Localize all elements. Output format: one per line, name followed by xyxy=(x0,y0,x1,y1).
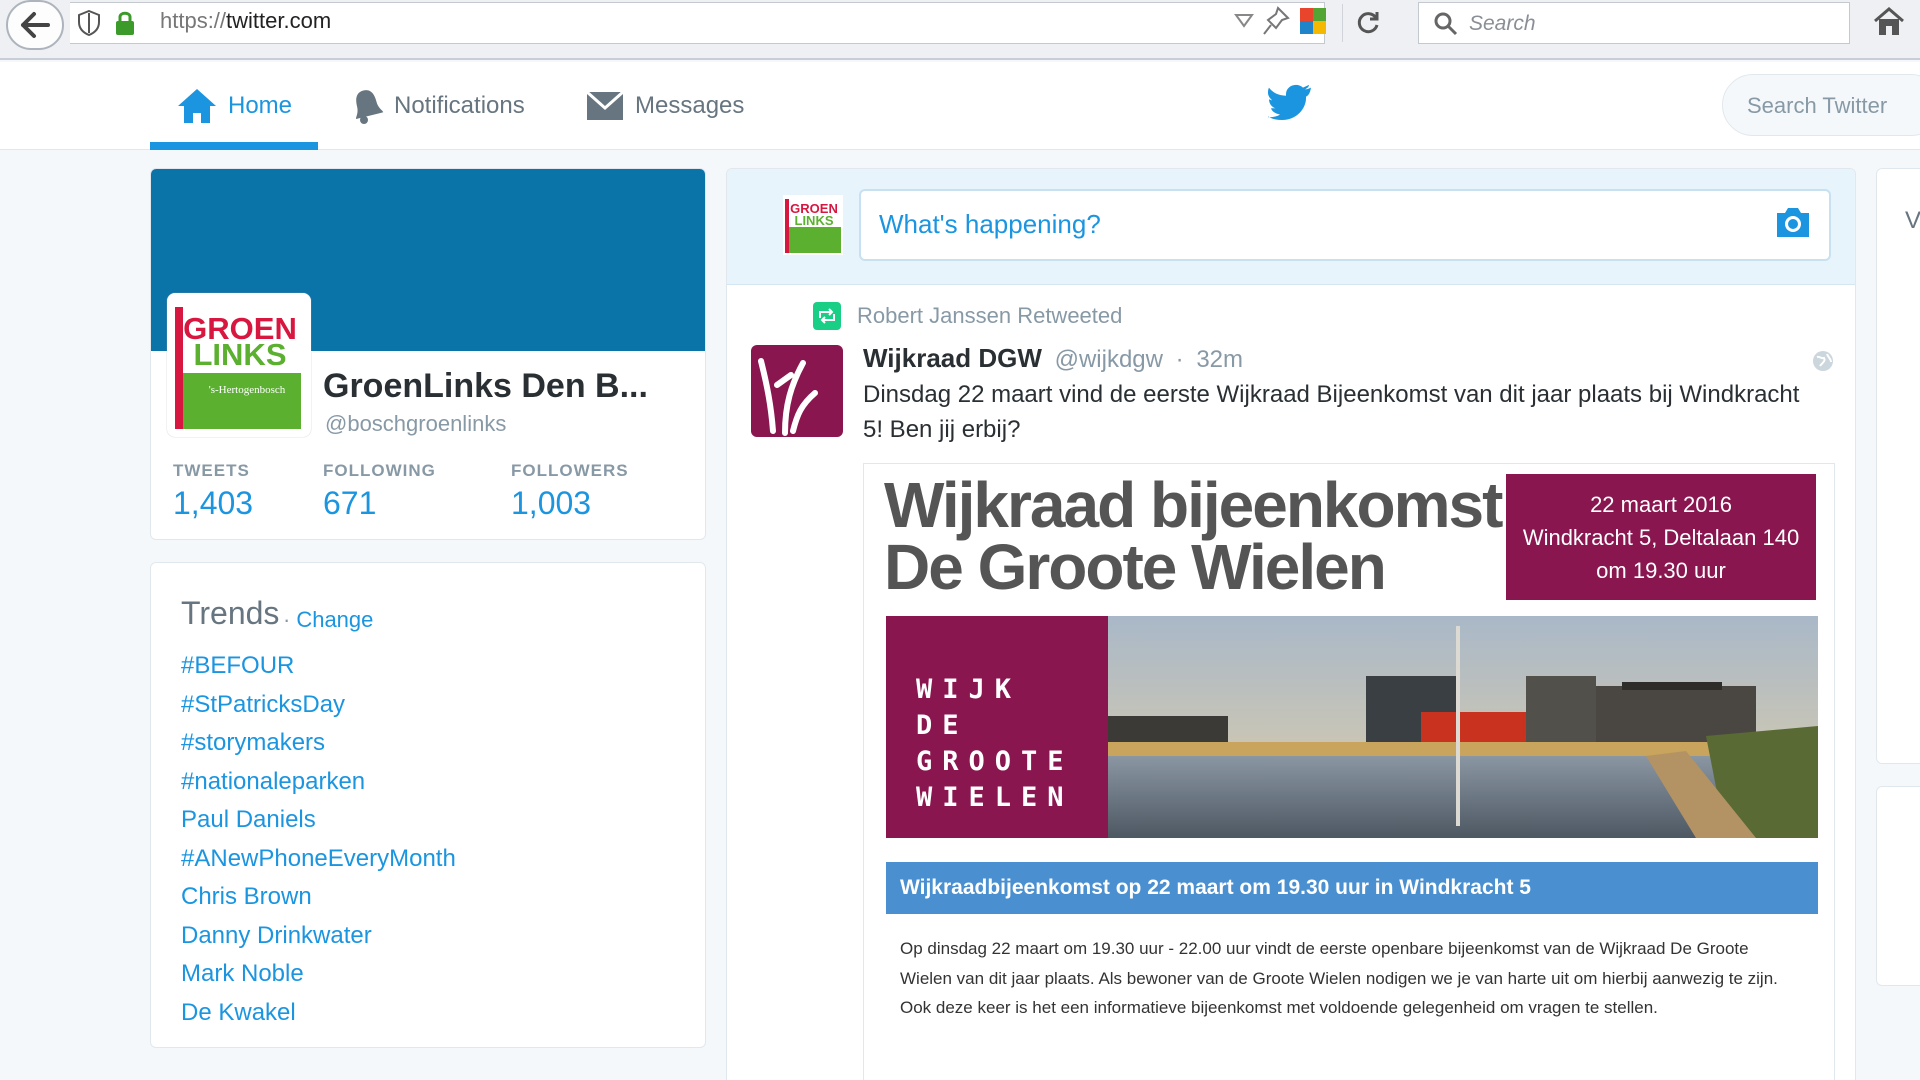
composer-placeholder: What's happening? xyxy=(879,209,1101,239)
back-button[interactable] xyxy=(6,0,64,50)
media-photo: WIJK DE GROOTE WIELEN xyxy=(886,616,1818,838)
pin-icon[interactable] xyxy=(1262,6,1290,36)
browser-toolbar: https://twitter.com Search xyxy=(0,0,1920,60)
stat-label: FOLLOWERS xyxy=(511,461,629,480)
shield-icon[interactable] xyxy=(78,10,100,36)
tweet-author-handle[interactable]: @wijkdgw xyxy=(1055,346,1163,373)
reload-button[interactable] xyxy=(1342,4,1392,42)
trend-item[interactable]: Danny Drinkwater xyxy=(181,917,456,956)
tweet-separator: · xyxy=(1175,346,1184,373)
trend-item[interactable]: #nationaleparken xyxy=(181,763,456,802)
browser-home-icon[interactable] xyxy=(1872,6,1906,38)
camera-icon[interactable] xyxy=(1773,205,1813,241)
trend-list: #BEFOUR #StPatricksDay #storymakers #nat… xyxy=(181,647,456,1032)
reload-icon xyxy=(1357,12,1378,34)
trend-item[interactable]: Paul Daniels xyxy=(181,801,456,840)
tweet-media-image[interactable]: Wijkraad bijeenkomst De Groote Wielen 22… xyxy=(863,463,1835,1080)
tweet-timestamp[interactable]: 32m xyxy=(1196,346,1243,373)
retweet-context: Robert Janssen Retweeted xyxy=(813,301,1122,331)
stat-value: 1,403 xyxy=(173,485,254,521)
trends-module: Trends · Change #BEFOUR #StPatricksDay #s… xyxy=(150,562,706,1048)
trend-item[interactable]: De Kwakel xyxy=(181,994,456,1033)
url-text: https://twitter.com xyxy=(160,8,332,33)
back-arrow-icon xyxy=(21,12,50,38)
reed-logo-icon xyxy=(758,358,818,436)
browser-search-field[interactable]: Search xyxy=(1418,2,1850,44)
nav-home-label: Home xyxy=(228,92,293,119)
profile-name[interactable]: GroenLinks Den B... xyxy=(323,367,648,406)
media-title: Wijkraad bijeenkomst De Groote Wielen xyxy=(884,469,1503,603)
svg-text:'s-Hertogenbosch: 's-Hertogenbosch xyxy=(209,384,286,396)
stat-value: 1,003 xyxy=(511,485,592,521)
media-wijk-label: WIJK DE GROOTE WIELEN xyxy=(886,616,1108,838)
stat-label: FOLLOWING xyxy=(323,461,436,480)
nav-messages-label: Messages xyxy=(635,92,745,119)
trend-item[interactable]: Mark Noble xyxy=(181,955,456,994)
tweet-header: Wijkraad DGW @wijkdgw · 32m xyxy=(863,343,1243,374)
twitter-search-placeholder: Search Twitter xyxy=(1747,93,1888,118)
stat-tweets[interactable]: TWEETS 1,403 xyxy=(173,461,253,522)
profile-avatar[interactable]: GROEN LINKS 's-Hertogenbosch xyxy=(167,293,311,437)
globe-icon xyxy=(1813,351,1833,371)
tweet-author-name[interactable]: Wijkraad DGW xyxy=(863,343,1042,373)
media-datebox: 22 maart 2016 Windkracht 5, Deltalaan 14… xyxy=(1506,474,1816,600)
envelope-icon xyxy=(586,90,624,120)
twitter-bird-icon[interactable] xyxy=(1268,84,1312,120)
lock-icon[interactable] xyxy=(114,10,136,36)
groenlinks-logo: GROEN LINKS 's-Hertogenbosch xyxy=(175,307,301,429)
trends-title: Trends xyxy=(181,595,280,631)
nav-home[interactable]: Home xyxy=(150,62,318,150)
nav-messages[interactable]: Messages xyxy=(585,62,744,150)
retweet-icon xyxy=(813,302,841,330)
browser-search-placeholder: Search xyxy=(1469,12,1536,35)
cutoff-heading: V xyxy=(1905,207,1920,234)
profile-handle[interactable]: @boschgroenlinks xyxy=(325,411,506,437)
trend-item[interactable]: Chris Brown xyxy=(181,878,456,917)
stat-following[interactable]: FOLLOWING 671 xyxy=(323,461,436,522)
bell-icon xyxy=(356,90,384,124)
trend-item[interactable]: #StPatricksDay xyxy=(181,686,456,725)
nav-notifications-label: Notifications xyxy=(394,92,525,119)
trend-item[interactable]: #BEFOUR xyxy=(181,647,456,686)
search-icon xyxy=(1434,12,1458,36)
tweet-author-avatar[interactable] xyxy=(751,345,843,437)
nav-notifications[interactable]: Notifications xyxy=(350,62,525,150)
svg-text:LINKS: LINKS xyxy=(795,213,834,228)
stat-label: TWEETS xyxy=(173,461,250,480)
tweet-text: Dinsdag 22 maart vind de eerste Wijkraad… xyxy=(863,381,1800,443)
stat-followers[interactable]: FOLLOWERS 1,003 xyxy=(511,461,629,522)
composer-avatar[interactable]: GROEN LINKS xyxy=(783,195,843,255)
trend-item[interactable]: #storymakers xyxy=(181,724,456,763)
twitter-topnav: Home Notifications Messages xyxy=(0,62,1920,150)
addon-flag-icon[interactable] xyxy=(1298,6,1328,36)
stat-value: 671 xyxy=(323,485,377,521)
timeline-stream: GROEN LINKS What's happening? Robert Jan… xyxy=(726,168,1856,1080)
media-banner: Wijkraadbijeenkomst op 22 maart om 19.30… xyxy=(886,862,1818,914)
media-body-text: Op dinsdag 22 maart om 19.30 uur - 22.00… xyxy=(900,939,1778,1017)
trends-change-link[interactable]: · Change xyxy=(283,607,373,633)
tweet-composer: GROEN LINKS What's happening? xyxy=(727,169,1855,285)
trend-item[interactable]: #ANewPhoneEveryMonth xyxy=(181,840,456,879)
active-tab-indicator xyxy=(150,142,318,150)
right-column-footer xyxy=(1876,786,1920,986)
composer-input[interactable]: What's happening? xyxy=(859,189,1831,261)
retweet-context-text[interactable]: Robert Janssen Retweeted xyxy=(857,303,1122,329)
home-icon xyxy=(178,89,216,123)
svg-text:LINKS: LINKS xyxy=(194,337,287,372)
history-dropdown-icon[interactable] xyxy=(1234,12,1254,28)
right-column-module: V xyxy=(1876,168,1920,764)
profile-card: GROEN LINKS 's-Hertogenbosch GroenLinks … xyxy=(150,168,706,540)
twitter-search-input[interactable]: Search Twitter xyxy=(1722,74,1920,136)
